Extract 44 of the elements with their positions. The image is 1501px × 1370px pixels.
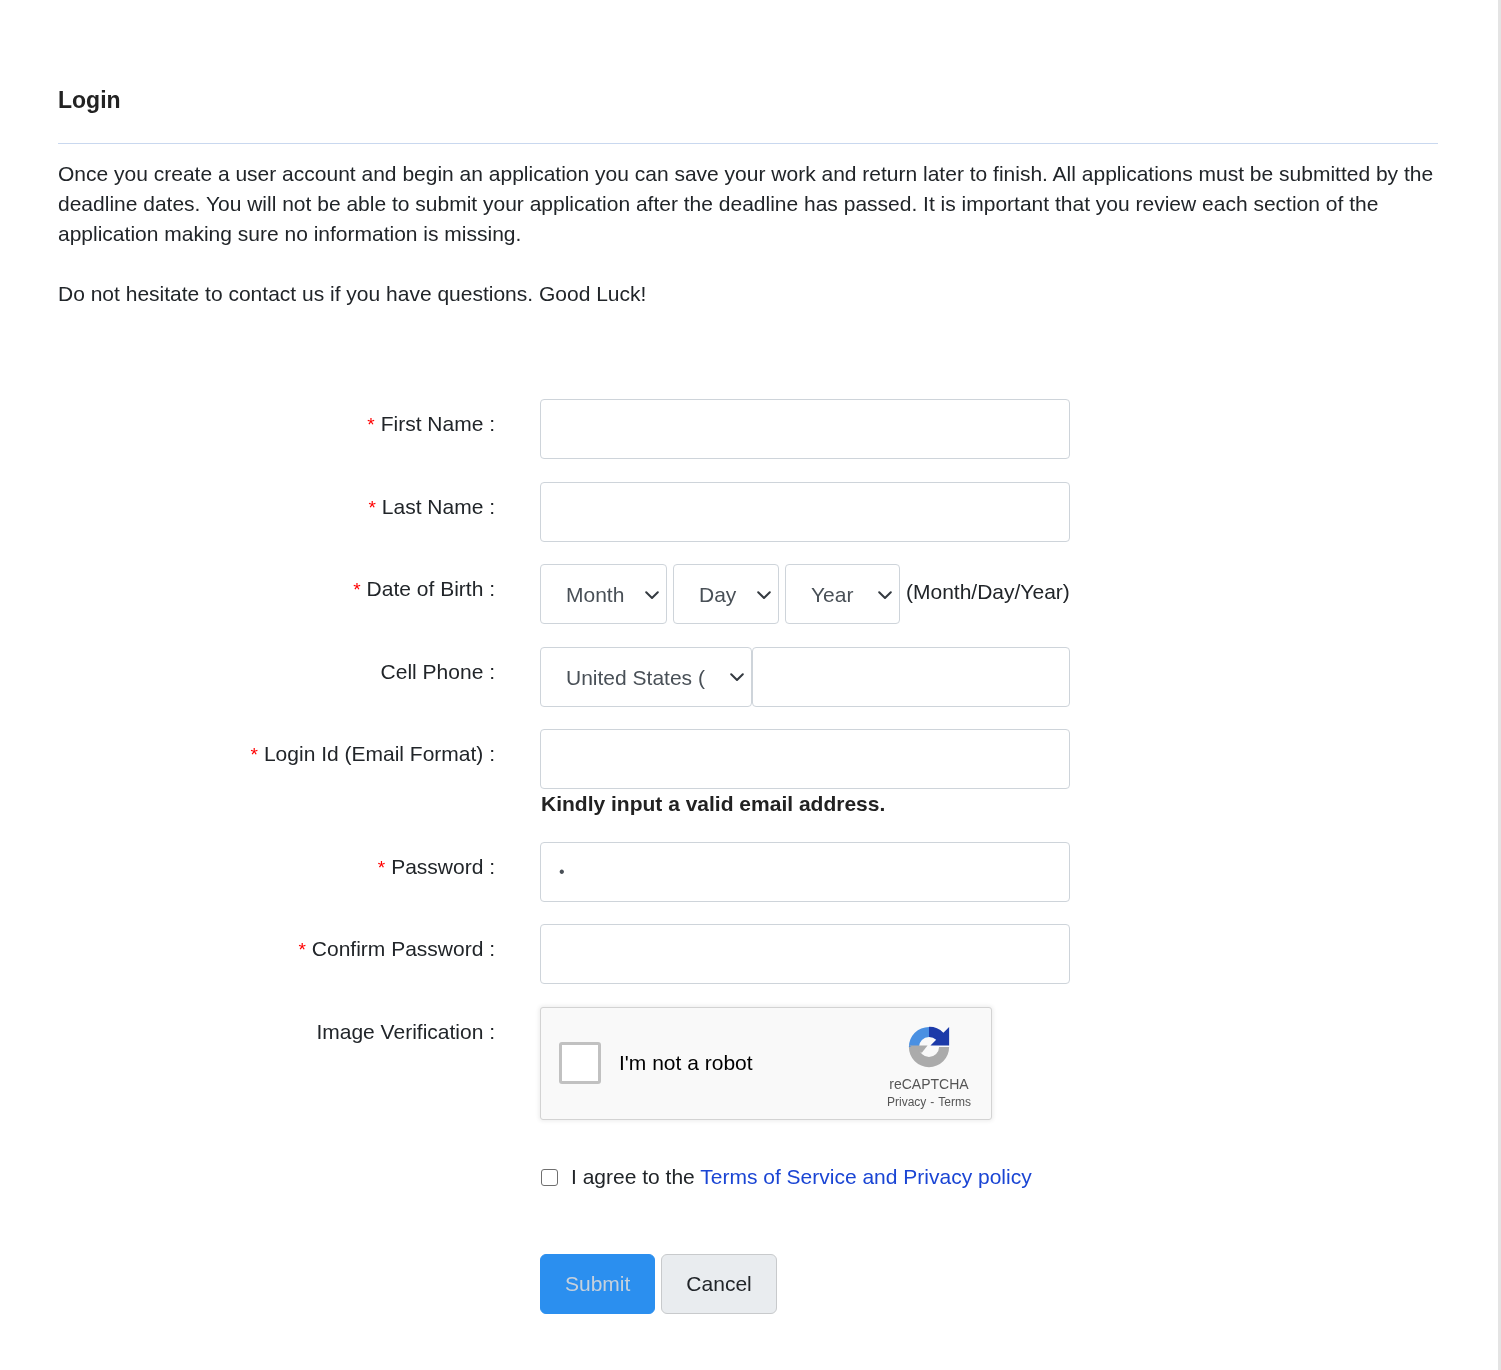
input-field[interactable] (540, 481, 1070, 542)
cancel-button[interactable]: Cancel (661, 1253, 777, 1314)
required-asterisk: * (377, 856, 386, 878)
chevron-down-icon (730, 673, 744, 682)
intro-paragraph: Do not hesitate to contact us if you have questions. Good Luck! (58, 281, 648, 307)
dropdown-select[interactable]: Year (785, 564, 900, 624)
page-title: Login (58, 86, 121, 115)
required-asterisk: * (250, 744, 258, 765)
field-label: Password : (391, 854, 495, 878)
terms-of-service-link[interactable]: Terms of Service and Privacy policy (700, 1165, 1032, 1188)
input-field[interactable] (540, 729, 1070, 789)
country-select[interactable]: United States ( (540, 646, 752, 707)
agree-checkbox[interactable] (541, 1168, 558, 1186)
captcha-checkbox[interactable] (559, 1042, 601, 1084)
required-asterisk: * (298, 939, 306, 960)
intro-paragraph: Once you create a user account and begin an application you can save your work and return later to finish. All applications must be submitted by the deadline dates. You will not be able to submit your application after the deadline has passed. It is important that you review each section of the application making sure no information is missing. (58, 161, 1435, 247)
field-label: Login Id (Email Format) : (263, 742, 495, 765)
input-field[interactable]: • (540, 841, 1070, 902)
captcha-label: I'm not a robot (619, 1051, 754, 1075)
required-asterisk: * (367, 414, 375, 435)
agreement-text: I agree to the Terms of Service and Privacy policy (571, 1164, 1032, 1190)
circular-arrows-icon (906, 1024, 952, 1070)
field-label: First Name : (380, 412, 495, 435)
date-format-hint: (Month/Day/Year) (906, 580, 1070, 605)
dropdown-select[interactable]: Day (673, 564, 779, 624)
required-asterisk: * (368, 496, 376, 518)
dropdown-select[interactable]: Month (540, 564, 667, 624)
input-field[interactable] (540, 399, 1070, 459)
privacy-link[interactable]: Privacy (887, 1094, 927, 1110)
link-separator: - (930, 1094, 935, 1110)
terms-link[interactable]: Terms (938, 1094, 971, 1110)
validation-message: Kindly input a valid email address. (540, 791, 887, 817)
captcha-brand-text: reCAPTCHA (889, 1076, 969, 1093)
field-label: Confirm Password : (311, 937, 495, 960)
field-label: Image Verification : (316, 1019, 495, 1043)
phone-number-field[interactable] (752, 646, 1070, 707)
chevron-down-icon (757, 590, 771, 600)
chevron-down-icon (878, 590, 892, 600)
input-field[interactable] (540, 924, 1070, 984)
field-label: Last Name : (381, 494, 495, 518)
field-label: Date of Birth : (366, 577, 495, 600)
chevron-down-icon (645, 590, 659, 600)
field-label: Cell Phone : (380, 659, 495, 683)
required-asterisk: * (353, 579, 361, 600)
